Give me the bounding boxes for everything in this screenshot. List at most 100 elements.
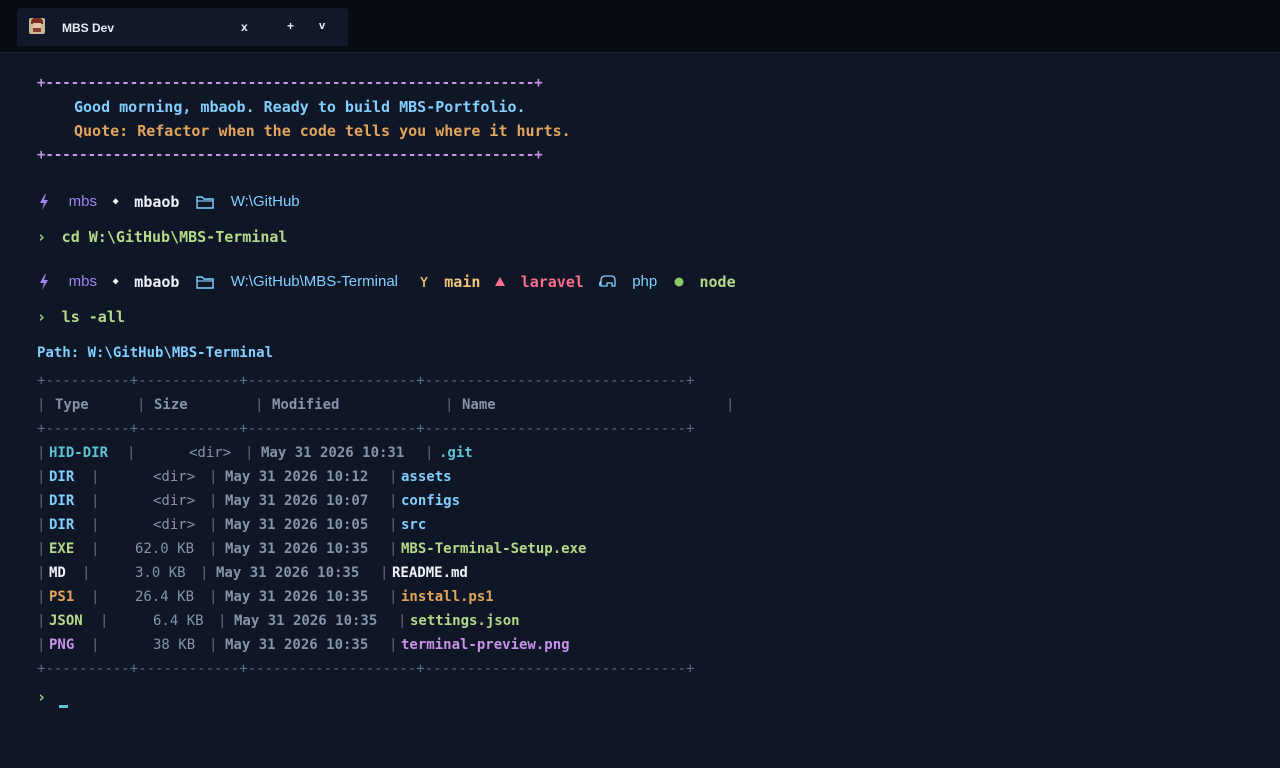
cell-modified: May 31 2026 10:35 <box>225 589 369 605</box>
cell-type: DIR <box>49 517 75 533</box>
cell-size: 6.4 KB <box>153 613 204 629</box>
cell-name: README.md <box>392 565 468 581</box>
banner-quote: Quote: Refactor when the code tells you … <box>74 122 571 140</box>
column-separator: | <box>91 493 100 509</box>
node-label: node <box>699 272 736 291</box>
column-separator: | <box>389 469 398 485</box>
title-bar: MBS Dev x + v <box>0 0 1280 53</box>
cell-size: <dir> <box>153 517 196 533</box>
header-modified: Modified <box>272 397 340 413</box>
column-separator: | <box>100 613 109 629</box>
cell-modified: May 31 2026 10:07 <box>225 493 369 509</box>
column-separator: | <box>209 541 218 557</box>
cell-name: MBS-Terminal-Setup.exe <box>401 541 587 557</box>
cell-size: <dir> <box>153 493 196 509</box>
cell-size: <dir> <box>153 469 196 485</box>
cell-type: PS1 <box>49 589 75 605</box>
column-separator: | <box>245 445 254 461</box>
cell-modified: May 31 2026 10:05 <box>225 517 369 533</box>
column-separator: | <box>37 541 46 557</box>
diamond-icon: ◆ <box>112 276 119 287</box>
node-dot-icon <box>674 277 684 286</box>
chevron-right-icon: › <box>37 227 47 246</box>
prompt-host: mbs <box>68 273 97 290</box>
cell-type: HID-DIR <box>49 445 109 461</box>
prompt-user: mbaob <box>134 192 180 211</box>
cell-modified: May 31 2026 10:35 <box>225 541 369 557</box>
diamond-icon: ◆ <box>112 196 119 207</box>
column-separator: | <box>91 541 100 557</box>
column-separator: | <box>209 637 218 653</box>
table-border-mid: +----------+------------+---------------… <box>37 421 695 437</box>
cell-name: install.ps1 <box>401 589 494 605</box>
cell-name: src <box>401 517 427 533</box>
column-separator: | <box>389 493 398 509</box>
tab-actions: + v <box>265 8 348 46</box>
chevron-right-icon: › <box>37 307 47 326</box>
laravel-label: laravel <box>520 272 584 291</box>
header-name: Name <box>462 397 496 413</box>
column-separator: | <box>37 517 46 533</box>
cell-size: 3.0 KB <box>135 565 186 581</box>
column-separator: | <box>37 589 46 605</box>
dropdown-button[interactable]: v <box>319 20 325 32</box>
tab-title: MBS Dev <box>62 21 115 35</box>
cell-name: configs <box>401 493 461 509</box>
cell-size: 26.4 KB <box>135 589 195 605</box>
cell-modified: May 31 2026 10:12 <box>225 469 369 485</box>
prompt-user: mbaob <box>134 272 180 291</box>
prompt-line-2: mbs ◆ mbaob W:\GitHub\MBS-Terminal main … <box>37 271 736 291</box>
column-separator: | <box>389 517 398 533</box>
cell-type: PNG <box>49 637 75 653</box>
column-separator: | <box>91 469 100 485</box>
elephant-icon <box>598 274 616 287</box>
banner-border-top: +---------------------------------------… <box>37 75 543 91</box>
new-tab-button[interactable]: + <box>287 19 294 33</box>
cell-size: 62.0 KB <box>135 541 195 557</box>
column-separator: | <box>37 637 46 653</box>
header-type: Type <box>55 397 89 413</box>
table-border-top: +----------+------------+---------------… <box>37 373 695 389</box>
cell-modified: May 31 2026 10:31 <box>261 445 405 461</box>
column-separator: | <box>209 589 218 605</box>
command-line-1: › cd W:\GitHub\MBS-Terminal <box>37 226 287 246</box>
close-tab-button[interactable]: x <box>241 20 248 34</box>
cell-modified: May 31 2026 10:35 <box>225 637 369 653</box>
column-separator: | <box>218 613 227 629</box>
folder-icon <box>196 195 214 209</box>
column-separator: | <box>37 613 46 629</box>
column-separator: | <box>91 589 100 605</box>
text-cursor[interactable] <box>59 705 68 708</box>
listing-path: Path: W:\GitHub\MBS-Terminal <box>37 345 274 361</box>
cell-type: DIR <box>49 493 75 509</box>
prompt-path: W:\GitHub\MBS-Terminal <box>230 273 398 290</box>
cell-name: settings.json <box>410 613 520 629</box>
tab-mbs-dev[interactable]: MBS Dev x <box>17 8 265 46</box>
table-border-bottom: +----------+------------+---------------… <box>37 661 695 677</box>
bolt-icon <box>40 273 48 290</box>
column-separator: | <box>380 565 389 581</box>
column-separator: | <box>389 637 398 653</box>
column-separator: | <box>82 565 91 581</box>
column-separator: | <box>37 493 46 509</box>
header-size: Size <box>154 397 188 413</box>
column-separator: | <box>389 541 398 557</box>
column-separator: | <box>398 613 407 629</box>
column-separator: | <box>200 565 209 581</box>
php-label: php <box>632 273 658 290</box>
bolt-icon <box>40 193 48 210</box>
cell-name: terminal-preview.png <box>401 637 570 653</box>
prompt-path: W:\GitHub <box>230 193 300 210</box>
avatar-icon <box>29 18 45 34</box>
cell-size: 38 KB <box>153 637 196 653</box>
column-separator: | <box>425 445 434 461</box>
cell-type: MD <box>49 565 66 581</box>
column-separator: | <box>209 517 218 533</box>
cell-modified: May 31 2026 10:35 <box>216 565 360 581</box>
triangle-icon <box>495 276 506 286</box>
git-branch-icon <box>419 276 428 287</box>
prompt-host: mbs <box>68 193 97 210</box>
folder-icon <box>196 275 214 289</box>
cell-type: EXE <box>49 541 75 557</box>
column-separator: | <box>209 469 218 485</box>
